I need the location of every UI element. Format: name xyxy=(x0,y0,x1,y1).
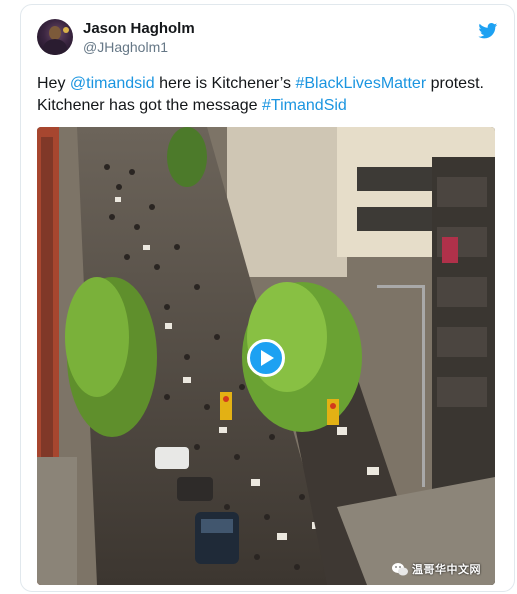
tweet-card[interactable]: Jason Hagholm @JHagholm1 Hey @timandsid … xyxy=(20,4,515,592)
wechat-icon xyxy=(392,562,408,575)
avatar-body xyxy=(43,39,67,55)
author-display-name[interactable]: Jason Hagholm xyxy=(83,19,195,38)
author-names: Jason Hagholm @JHagholm1 xyxy=(83,19,195,56)
hashtag-link[interactable]: #TimandSid xyxy=(262,97,347,114)
avatar-head xyxy=(49,26,61,40)
play-icon xyxy=(261,350,274,366)
twitter-bird-icon[interactable] xyxy=(478,23,498,39)
tweet-text-segment: here is Kitchener’s xyxy=(154,75,296,92)
avatar-light xyxy=(63,27,69,33)
tweet-text: Hey @timandsid here is Kitchener’s #Blac… xyxy=(37,73,497,117)
hashtag-link[interactable]: #BlackLivesMatter xyxy=(295,75,426,92)
tweet-text-segment: Hey xyxy=(37,75,70,92)
play-button[interactable] xyxy=(247,339,285,377)
avatar[interactable] xyxy=(37,19,73,55)
watermark: 温哥华中文网 xyxy=(392,561,481,577)
author-handle[interactable]: @JHagholm1 xyxy=(83,38,195,56)
mention-link[interactable]: @timandsid xyxy=(70,75,155,92)
video-media[interactable]: 温哥华中文网 xyxy=(37,127,495,585)
tweet-header: Jason Hagholm @JHagholm1 xyxy=(37,19,498,59)
watermark-text: 温哥华中文网 xyxy=(412,564,481,576)
